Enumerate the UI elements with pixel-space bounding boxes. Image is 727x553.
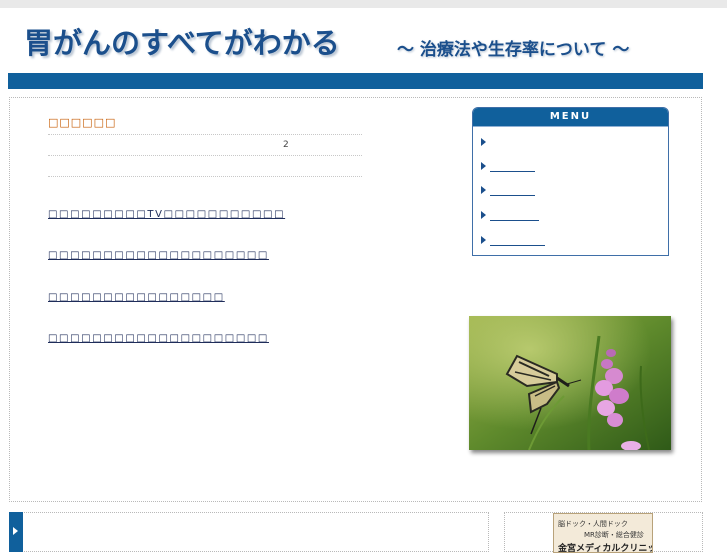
site-subtitle: ～ 治療法や生存率について ～ <box>397 40 630 60</box>
site-title[interactable]: 胃がんのすべてがわかる <box>24 20 340 62</box>
menu-arrow-icon <box>481 162 486 170</box>
menu-arrow-icon <box>481 186 486 194</box>
bottom-left-panel <box>9 512 489 552</box>
menu-title: MENU <box>473 108 668 127</box>
divider <box>48 134 362 135</box>
article-link-1[interactable]: □□□□□□□□□TV□□□□□□□□□□□ <box>48 209 285 220</box>
menu-arrow-icon <box>481 138 486 146</box>
news-page-number[interactable]: 2 <box>283 140 289 150</box>
banner-line-1: 脳ドック・人間ドック <box>558 520 628 528</box>
header-bar <box>8 73 703 89</box>
top-strip <box>0 0 727 8</box>
menu-arrow-icon <box>481 236 486 244</box>
divider <box>48 176 362 177</box>
article-link-2[interactable]: □□□□□□□□□□□□□□□□□□□□ <box>48 250 269 261</box>
menu-item-label[interactable] <box>490 159 535 172</box>
menu-item-label[interactable] <box>490 208 539 221</box>
clinic-banner[interactable]: 脳ドック・人間ドック MR診断・総合健診 金宮メディカルクリニック <box>553 513 653 553</box>
banner-line-2: MR診断・総合健診 <box>584 531 644 539</box>
side-menu: MENU <box>472 107 669 256</box>
butterfly-photo <box>469 316 671 450</box>
menu-arrow-icon <box>481 211 486 219</box>
news-heading: □□□□□□ <box>48 116 117 129</box>
arrow-right-icon <box>13 527 18 535</box>
article-link-4[interactable]: □□□□□□□□□□□□□□□□□□□□ <box>48 333 269 344</box>
butterfly-on-flower-image <box>469 316 671 450</box>
banner-line-3: 金宮メディカルクリニック <box>558 544 652 553</box>
menu-item-label[interactable] <box>490 233 545 246</box>
menu-item-label[interactable] <box>490 183 535 196</box>
divider <box>48 155 362 156</box>
article-link-3[interactable]: □□□□□□□□□□□□□□□□ <box>48 292 225 303</box>
